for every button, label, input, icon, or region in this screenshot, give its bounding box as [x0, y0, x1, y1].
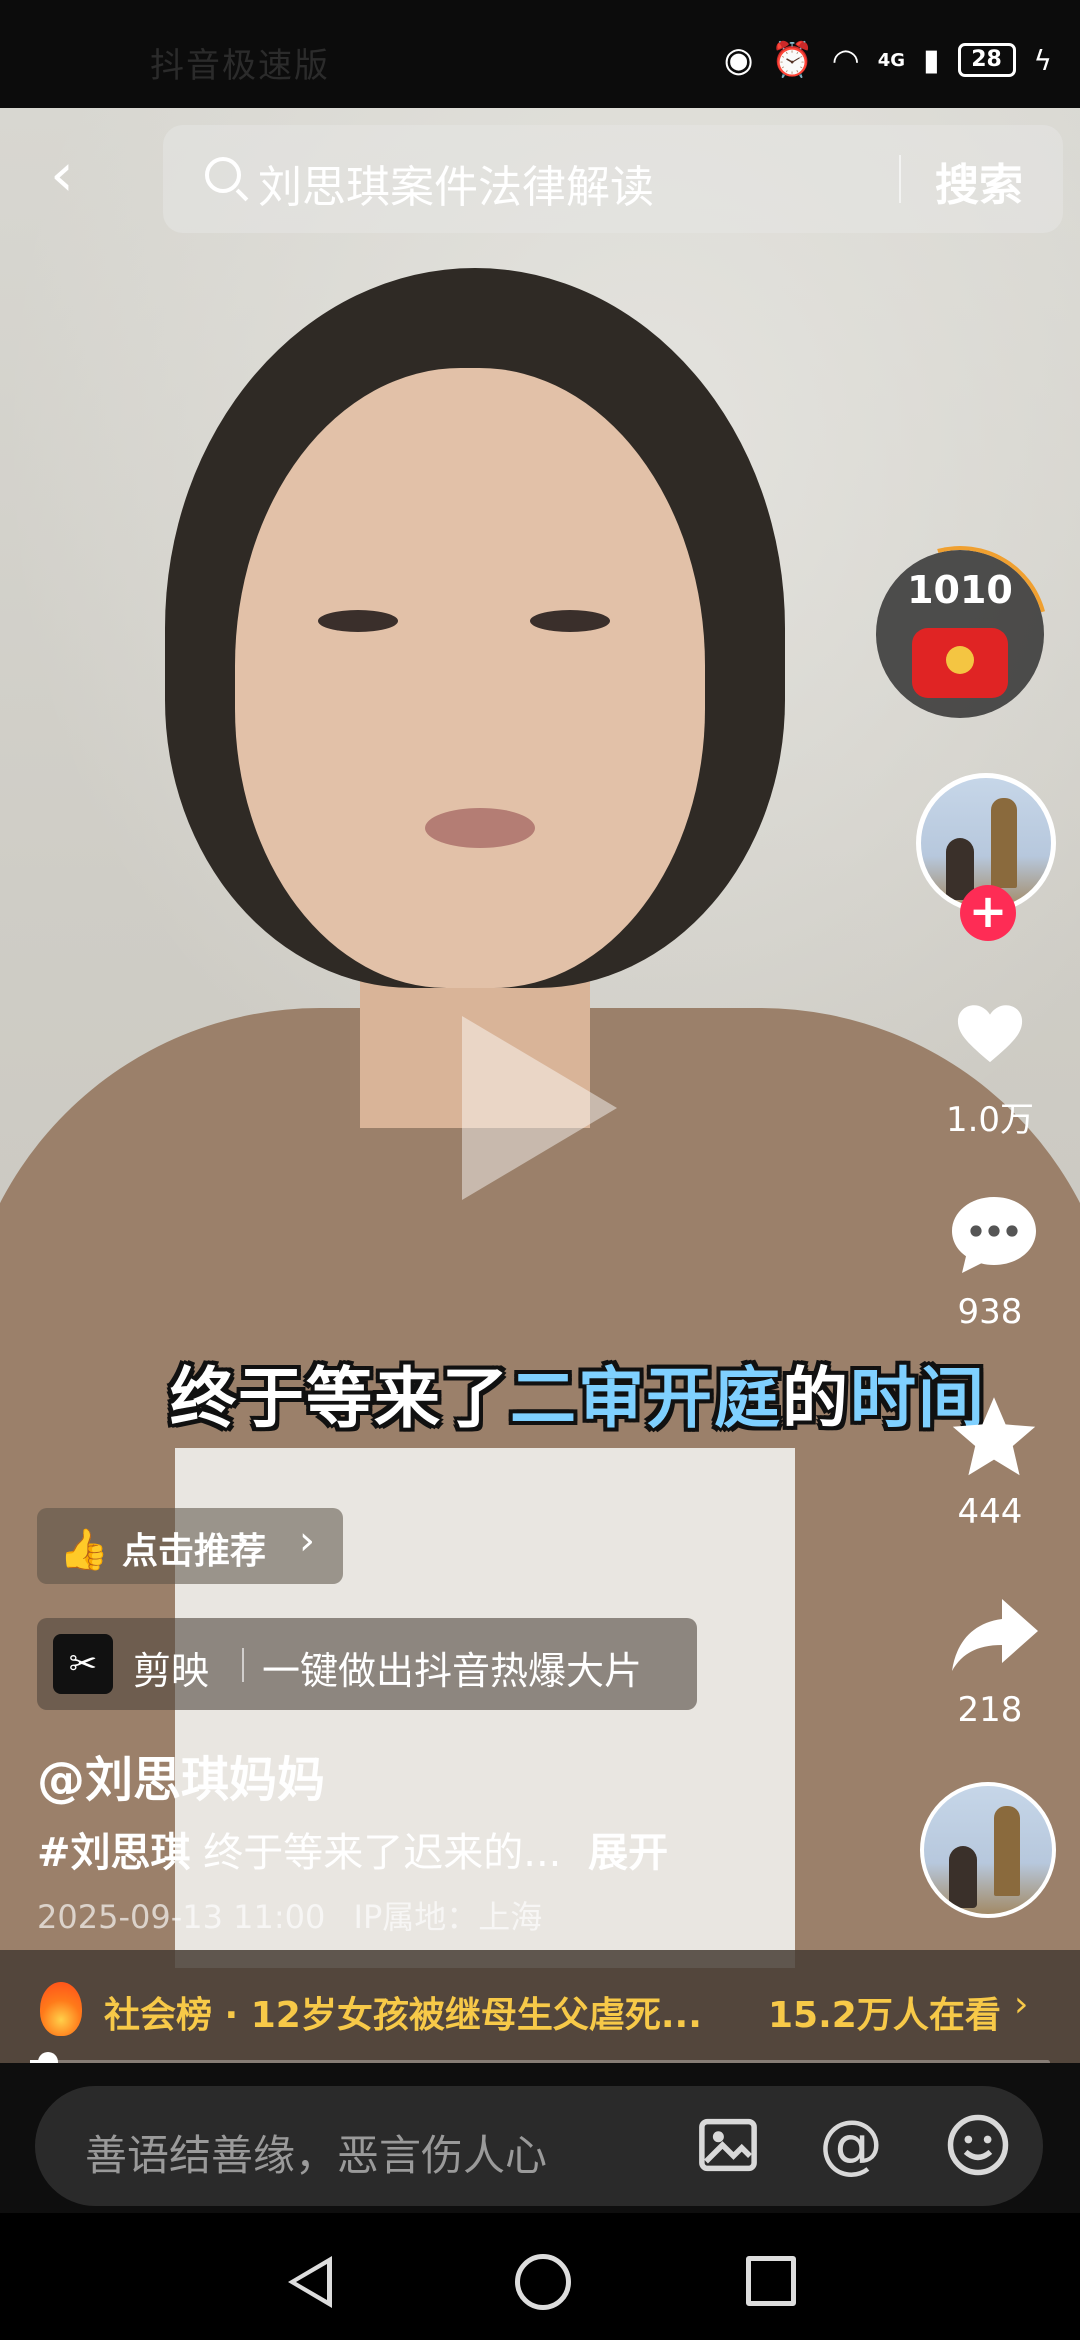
alarm-icon: ⏰ — [771, 40, 814, 80]
capcut-promo[interactable]: ✂ 剪映 一键做出抖音热爆大片 — [37, 1618, 697, 1710]
post-text: 终于等来了迟来的... — [203, 1830, 562, 1876]
comment-icon — [951, 1197, 1036, 1273]
video-caption: 终于等来了二审开庭的时间 — [170, 1360, 986, 1437]
search-button[interactable]: 搜索 — [935, 149, 1023, 213]
back-icon[interactable]: ‹ — [50, 145, 74, 205]
hot-topic-text: 社会榜 · 12岁女孩被继母生父虐死... — [104, 1995, 702, 2036]
play-icon[interactable] — [462, 1016, 617, 1200]
chevron-right-icon: › — [1014, 1984, 1029, 2025]
image-icon[interactable] — [695, 2112, 761, 2178]
search-icon — [205, 157, 241, 193]
fire-icon — [40, 1982, 82, 2036]
video-subject-face — [235, 368, 705, 988]
like-button[interactable] — [935, 990, 1045, 1080]
favorite-count: 444 — [957, 1492, 1023, 1532]
capcut-logo-icon: ✂ — [53, 1634, 113, 1694]
status-bar: 抖音极速版 ◉ ⏰ ◠ 4G ▮ 28 ϟ — [0, 0, 1080, 108]
red-packet-icon — [912, 628, 1008, 698]
status-icons: ◉ ⏰ ◠ 4G ▮ 28 ϟ — [724, 40, 1052, 80]
promo-slogan: 一键做出抖音热爆大片 — [262, 1649, 643, 1693]
thumb-icon: 👍 — [59, 1527, 109, 1573]
battery-level: 28 — [957, 43, 1016, 77]
heart-icon — [957, 1005, 1023, 1063]
signal-icon: ▮ — [923, 42, 940, 78]
promo-app-name: 剪映 — [133, 1649, 210, 1693]
follow-button[interactable]: + — [960, 885, 1016, 941]
red-packet-button[interactable]: 1010 — [839, 513, 1080, 755]
nav-home-icon[interactable] — [515, 2254, 571, 2310]
hot-topic-bar[interactable]: 社会榜 · 12岁女孩被继母生父虐死... 15.2万人在看 › — [0, 1950, 1080, 2075]
emoji-icon[interactable] — [945, 2112, 1011, 2178]
author-name[interactable]: @刘思琪妈妈 — [37, 1740, 325, 1810]
comment-placeholder: 善语结善缘，恶言伤人心 — [85, 2131, 548, 2180]
music-disc[interactable] — [920, 1782, 1056, 1918]
recommend-label: 点击推荐 — [122, 1531, 267, 1572]
post-meta: 2025-09-13 11:00 IP属地：上海 — [37, 1892, 542, 1938]
share-button[interactable] — [935, 1590, 1045, 1680]
nav-recents-icon[interactable] — [746, 2256, 796, 2306]
search-bar[interactable]: 刘思琪案件法律解读 搜索 — [163, 125, 1063, 233]
network-type: 4G — [877, 49, 905, 71]
eye-icon: ◉ — [723, 40, 754, 80]
post-timestamp: 2025-09-13 11:00 — [37, 1898, 326, 1936]
recommend-button[interactable]: 👍 点击推荐 › — [37, 1508, 343, 1584]
comment-button[interactable] — [935, 1190, 1045, 1280]
red-packet-count: 1010 — [907, 568, 1013, 612]
favorite-button[interactable] — [935, 1390, 1045, 1480]
star-icon — [952, 1397, 1035, 1476]
comment-count: 938 — [957, 1292, 1023, 1332]
post-description: #刘思琪 终于等来了迟来的... 展开 — [37, 1820, 668, 1878]
chevron-right-icon: › — [299, 1518, 315, 1564]
share-icon — [951, 1599, 1038, 1671]
charging-icon: ϟ — [1033, 43, 1052, 77]
hashtag-link[interactable]: #刘思琪 — [37, 1830, 191, 1876]
share-count: 218 — [957, 1690, 1023, 1730]
hot-topic-viewers: 15.2万人在看 — [768, 1995, 1001, 2036]
expand-button[interactable]: 展开 — [588, 1830, 668, 1876]
status-app-name: 抖音极速版 — [150, 46, 330, 86]
wifi-icon: ◠ — [831, 41, 860, 79]
search-input[interactable]: 刘思琪案件法律解读 — [258, 151, 654, 215]
at-icon[interactable]: @ — [818, 2112, 884, 2178]
ip-location: IP属地：上海 — [353, 1898, 543, 1936]
like-count: 1.0万 — [945, 1100, 1035, 1140]
comment-input[interactable]: 善语结善缘，恶言伤人心 — [35, 2086, 1043, 2206]
